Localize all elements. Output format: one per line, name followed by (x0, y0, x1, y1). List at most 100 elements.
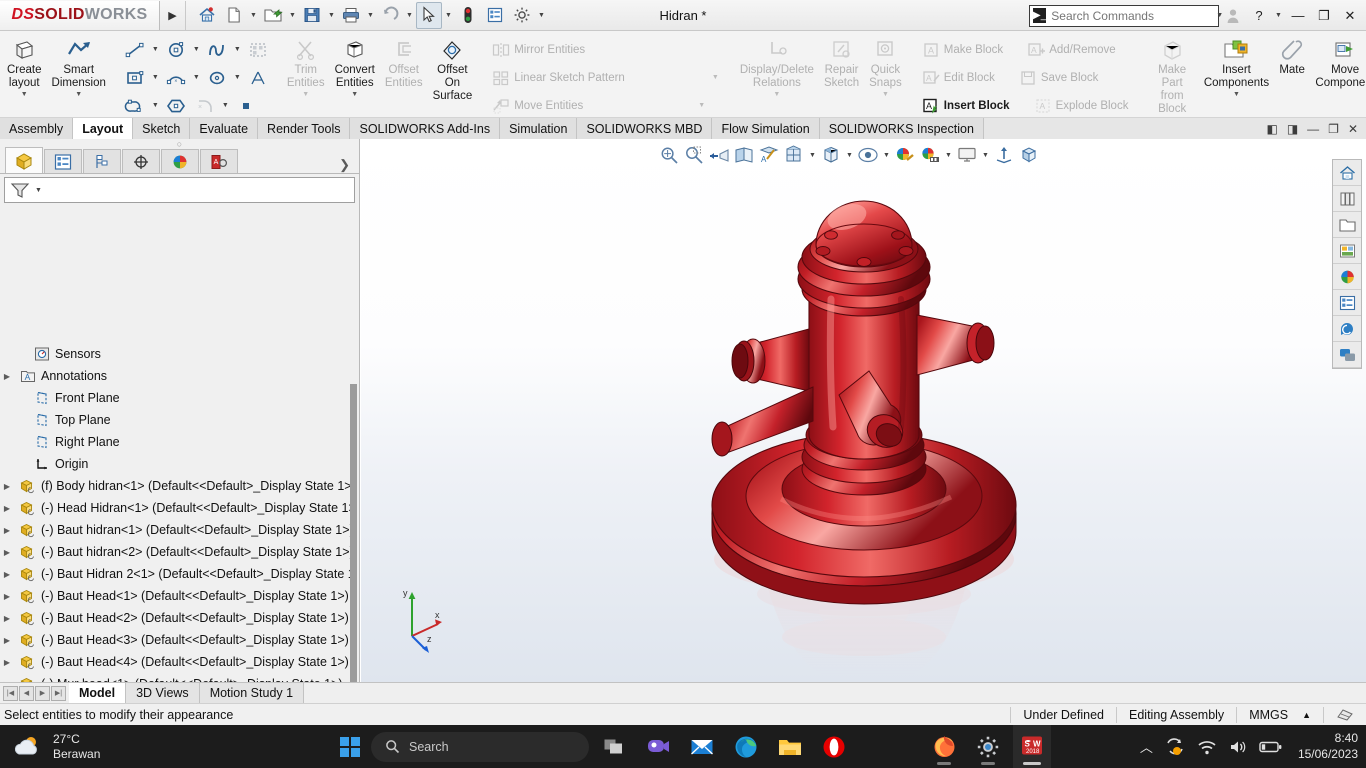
help-icon[interactable]: ? (1247, 3, 1271, 29)
tab-flow-simulation[interactable]: Flow Simulation (712, 118, 820, 139)
make-part-from-block-button[interactable]: Make Part from Block (1142, 34, 1201, 118)
tree-item-top-plane[interactable]: Top Plane (0, 409, 352, 431)
tree-expander[interactable]: ▶ (0, 548, 14, 557)
tab-solidworks-add-ins[interactable]: SOLIDWORKS Add-Ins (350, 118, 501, 139)
open-folder-icon[interactable] (260, 2, 286, 29)
graphics-viewport[interactable]: A ▼ ▼ ▼ ▼ ▼ x y z (361, 139, 1366, 682)
convert-entities-dropdown-icon[interactable]: ▼ (351, 91, 358, 99)
opera-icon[interactable] (815, 725, 853, 768)
tab-solidworks-inspection[interactable]: SOLIDWORKS Inspection (819, 118, 984, 139)
repair-sketch-button[interactable]: Repair Sketch (819, 34, 864, 92)
restore-button[interactable]: ❐ (1312, 3, 1336, 29)
tree-item-baut-hidran-2-1[interactable]: ▶ (-) Baut Hidran 2<1> (Default<<Default… (0, 563, 352, 585)
trim-entities-button[interactable]: Trim Entities ▼ (282, 34, 330, 101)
firefox-icon[interactable] (925, 725, 963, 768)
new-document-dropdown-icon[interactable]: ▼ (248, 12, 259, 19)
display-manager-tab[interactable] (161, 149, 199, 173)
tree-item-origin[interactable]: Origin (0, 453, 352, 475)
create-layout-button[interactable]: Create layout ▼ (2, 34, 47, 101)
tree-expander[interactable]: ▶ (0, 504, 14, 513)
quick-snaps-button[interactable]: Quick Snaps ▼ (864, 34, 907, 101)
search-commands-box[interactable]: ▶_ ▼ (1029, 4, 1223, 27)
restore-left-icon[interactable]: ◧ (1266, 122, 1277, 136)
property-manager-tab[interactable] (44, 149, 82, 173)
close-button[interactable]: ✕ (1338, 3, 1362, 29)
display-delete-relations-button[interactable]: Display/Delete Relations ▼ (735, 34, 819, 101)
trim-entities-dropdown-icon[interactable]: ▼ (302, 91, 309, 99)
mate-button[interactable]: Mate (1271, 34, 1313, 79)
overlay-icon[interactable] (1323, 706, 1366, 723)
taskbar-clock[interactable]: 8:40 15/06/2023 (1294, 731, 1358, 762)
polygon-icon[interactable] (162, 93, 190, 119)
line-dropdown-icon[interactable]: ▼ (150, 46, 161, 53)
insert-components-button[interactable]: Insert Components ▼ (1202, 34, 1271, 101)
tree-expander[interactable]: ▶ (0, 658, 14, 667)
move-entities-dropdown-icon[interactable]: ▼ (696, 102, 707, 109)
circle-icon[interactable] (162, 37, 190, 63)
create-layout-dropdown-icon[interactable]: ▼ (21, 91, 28, 99)
print-icon[interactable] (338, 2, 364, 29)
new-document-icon[interactable] (221, 2, 247, 29)
home-icon[interactable] (194, 2, 220, 29)
fillet-dropdown-icon[interactable]: ▼ (220, 102, 231, 109)
open-dropdown-icon[interactable]: ▼ (287, 12, 298, 19)
expand-arrow-icon[interactable]: ▶ (160, 0, 186, 30)
parts-library-icon[interactable] (1333, 186, 1361, 212)
move-component-button[interactable]: Move Component (1313, 34, 1366, 92)
show-hidden-icons-icon[interactable]: ︿ (1140, 737, 1153, 756)
view-palette-icon[interactable] (1333, 238, 1361, 264)
tree-item-baut-hidran-1[interactable]: ▶ (-) Baut hidran<1> (Default<<Default>_… (0, 519, 352, 541)
explode-block-button[interactable]: A Explode Block (1029, 93, 1133, 119)
offset-on-surface-button[interactable]: Offset On Surface (428, 34, 478, 105)
configuration-manager-tab[interactable] (83, 149, 121, 173)
tab-evaluate[interactable]: Evaluate (190, 118, 259, 139)
arc-icon[interactable]: × (162, 65, 190, 91)
tree-item-head-hidran-1[interactable]: ▶ (-) Head Hidran<1> (Default<<Default>_… (0, 497, 352, 519)
offset-entities-button[interactable]: Offset Entities (380, 34, 428, 92)
last-tab-icon[interactable]: ▶| (51, 685, 66, 701)
status-units[interactable]: MMGS (1236, 706, 1300, 723)
edge-icon[interactable] (727, 725, 765, 768)
panel-expand-arrow-icon[interactable]: ❯ (339, 157, 359, 173)
save-block-button[interactable]: Save Block (1014, 65, 1103, 91)
file-explorer-icon[interactable] (771, 725, 809, 768)
taskbar-search-box[interactable]: Search (371, 731, 589, 762)
mirror-entities-button[interactable]: Mirror Entities (487, 37, 589, 63)
undo-dropdown-icon[interactable]: ▼ (404, 12, 415, 19)
rectangle-dropdown-icon[interactable]: ▼ (150, 74, 161, 81)
tree-item-right-plane[interactable]: Right Plane (0, 431, 352, 453)
minimize-button[interactable]: — (1286, 3, 1310, 29)
select-cursor-icon[interactable] (416, 1, 442, 29)
previous-tab-icon[interactable]: ◀ (19, 685, 34, 701)
tab-render-tools[interactable]: Render Tools (258, 118, 351, 139)
ellipse-dropdown-icon[interactable]: ▼ (232, 74, 243, 81)
tree-expander[interactable]: ▶ (0, 636, 14, 645)
select-dropdown-icon[interactable]: ▼ (443, 12, 454, 19)
fillet-icon[interactable]: × (191, 93, 219, 119)
custom-properties-icon[interactable] (1333, 290, 1361, 316)
sketch-pattern-icon[interactable] (244, 37, 272, 63)
slot-icon[interactable] (121, 93, 149, 119)
convert-entities-button[interactable]: Convert Entities ▼ (330, 34, 380, 101)
teams-icon[interactable] (639, 725, 677, 768)
solidworks-inspection-tab[interactable]: A (200, 149, 238, 173)
tree-item-sensors[interactable]: Sensors (0, 343, 352, 365)
smart-dimension-button[interactable]: Smart Dimension ▼ (47, 34, 111, 101)
tree-item-baut-head-2[interactable]: ▶ (-) Baut Head<2> (Default<<Default>_Di… (0, 607, 352, 629)
home-icon[interactable] (1333, 160, 1361, 186)
gear-dropdown-icon[interactable]: ▼ (536, 12, 547, 19)
tree-item-annotations[interactable]: ▶ A Annotations (0, 365, 352, 387)
solidworks-logo[interactable]: DSSOLIDWORKS (0, 0, 160, 30)
hydrant-3d-model[interactable] (361, 139, 1366, 682)
tree-expander[interactable]: ▶ (0, 526, 14, 535)
tree-expander[interactable]: ▶ (0, 570, 14, 579)
line-icon[interactable] (121, 37, 149, 63)
dimxpert-manager-tab[interactable] (122, 149, 160, 173)
doc-maximize-icon[interactable]: ❐ (1328, 122, 1339, 136)
file-explorer-icon[interactable] (1333, 212, 1361, 238)
start-button[interactable] (335, 732, 365, 762)
options-list-icon[interactable] (482, 2, 508, 29)
solidworks-forum-icon[interactable] (1333, 316, 1361, 342)
tab-assembly[interactable]: Assembly (0, 118, 74, 139)
tree-expander[interactable]: ▶ (0, 614, 14, 623)
